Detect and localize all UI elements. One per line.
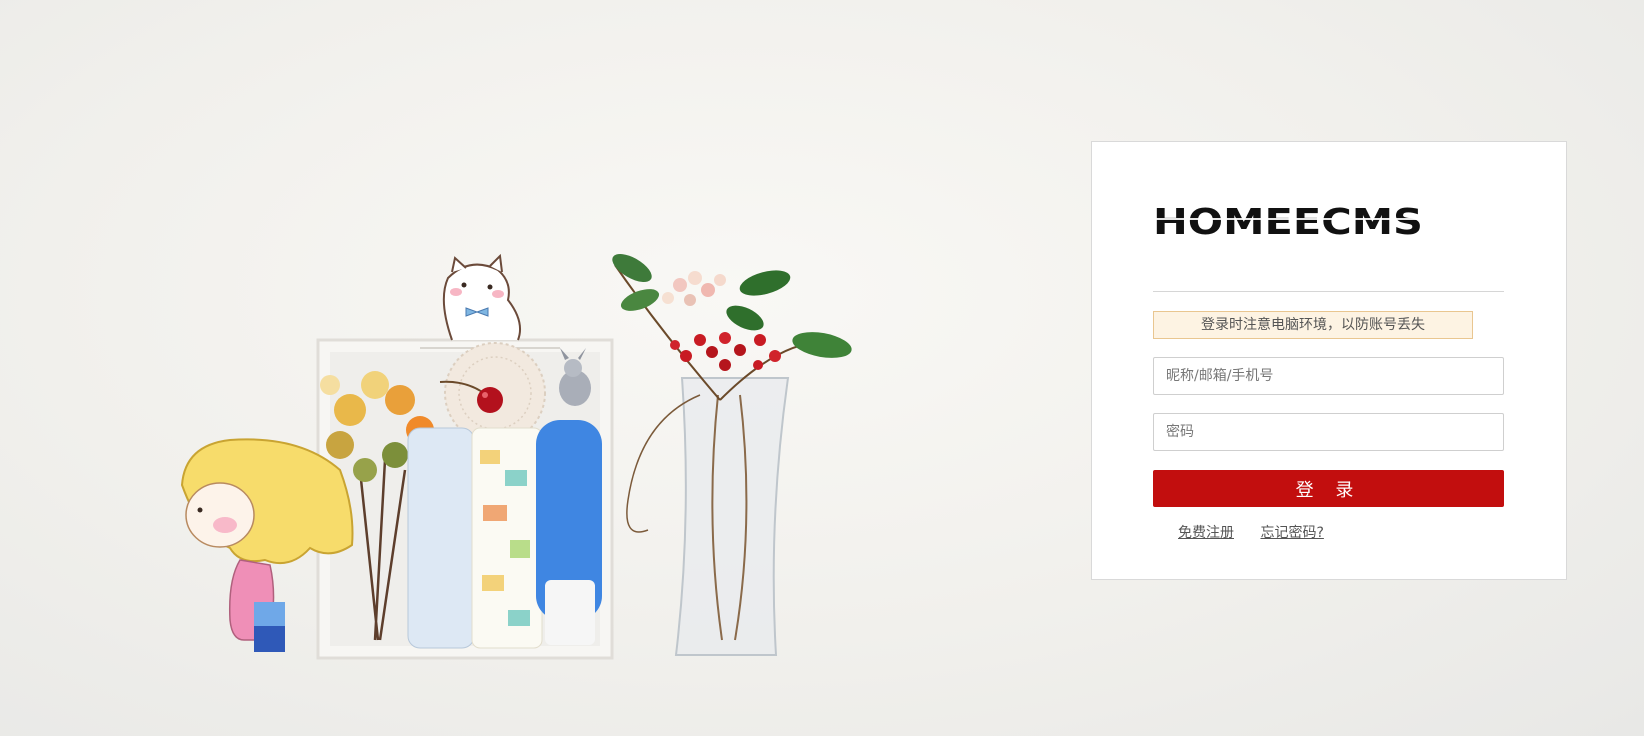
forgot-password-link[interactable]: 忘记密码? bbox=[1260, 525, 1323, 541]
password-input[interactable] bbox=[1153, 413, 1504, 451]
homeecms-logo: HOMEECMS bbox=[1153, 201, 1425, 239]
cartoon-cat-illustration bbox=[442, 253, 521, 341]
username-input[interactable] bbox=[1153, 357, 1504, 395]
logo-graphic: HOMEECMS bbox=[1153, 202, 1423, 239]
glass-vase-illustration bbox=[674, 377, 790, 656]
login-button[interactable]: 登 录 bbox=[1153, 470, 1504, 507]
login-panel: HOMEECMS 登录时注意电脑环境，以防账号丢失 登 录 免费注册 忘记密码? bbox=[1091, 141, 1567, 580]
register-link[interactable]: 免费注册 bbox=[1178, 525, 1234, 541]
logo-text: HOMEECMS bbox=[1153, 202, 1423, 239]
auth-links: 免费注册 忘记密码? bbox=[1178, 522, 1346, 542]
folded-towels-illustration bbox=[407, 420, 602, 649]
security-notice: 登录时注意电脑环境，以防账号丢失 bbox=[1153, 311, 1473, 339]
panel-divider bbox=[1153, 291, 1504, 292]
